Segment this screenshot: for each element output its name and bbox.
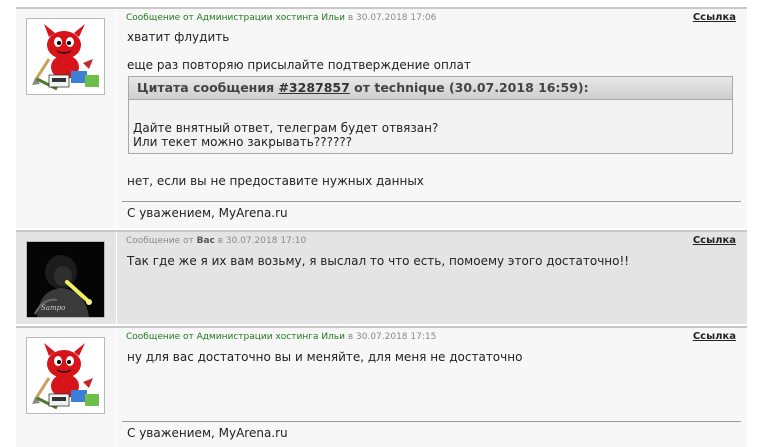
quote-line: Или текет можно закрывать?????? (133, 135, 353, 149)
quote-suffix: от technique (30.07.2018 16:59): (349, 80, 589, 95)
meta-in: в (344, 13, 356, 23)
avatar-cell (16, 328, 117, 447)
meta-datetime: 30.07.2018 17:15 (356, 332, 437, 342)
post-text-line: хватит флудить (127, 30, 230, 44)
meta-author: Вас (196, 236, 215, 246)
post-meta: Сообщение от Администрации хостинга Ильи… (126, 13, 436, 23)
post-body: Сообщение от Администрации хостинга Ильи… (122, 328, 741, 447)
photo-avatar-icon: Sampo (27, 242, 104, 317)
message-post: Сообщение от Администрации хостинга Ильи… (16, 7, 747, 228)
post-meta: Сообщение от Администрации хостинга Ильи… (126, 332, 436, 342)
meta-in: в (344, 332, 356, 342)
meta-prefix: Сообщение от (126, 236, 197, 246)
post-link[interactable]: Ссылка (693, 235, 736, 246)
meta-prefix: Сообщение от (126, 13, 197, 23)
svg-text:Sampo: Sampo (41, 304, 65, 312)
signature-separator (122, 421, 741, 422)
avatar-cell (16, 9, 117, 228)
quote-number-link[interactable]: #3287857 (278, 80, 349, 95)
devil-mascot-icon (27, 19, 104, 94)
meta-datetime: 30.07.2018 17:06 (356, 13, 437, 23)
quote-block: Цитата сообщения #3287857 от technique (… (128, 76, 733, 154)
quote-header: Цитата сообщения #3287857 от technique (… (129, 77, 732, 100)
admin-avatar (26, 337, 105, 414)
meta-datetime: 30.07.2018 17:10 (225, 236, 307, 246)
meta-author[interactable]: Администрации хостинга Ильи (197, 13, 345, 23)
post-text-line: еще раз повторяю присылайте подтверждени… (127, 58, 471, 72)
page-right-margin (750, 0, 768, 447)
post-body: Сообщение от Вас в 30.07.2018 17:10 Ссыл… (126, 232, 741, 324)
user-avatar: Sampo (26, 241, 105, 318)
quote-line: Дайте внятный ответ, телеграм будет отвя… (133, 121, 439, 135)
post-text-line: Так где же я их вам возьму, я выслал то … (127, 254, 630, 268)
post-signature: С уважением, MyArena.ru (127, 426, 288, 440)
page-left-margin (0, 0, 14, 447)
meta-author[interactable]: Администрации хостинга Ильи (197, 332, 345, 342)
post-text-line: нет, если вы не предоставите нужных данн… (127, 174, 424, 188)
message-post: Сообщение от Администрации хостинга Ильи… (16, 326, 747, 447)
avatar-cell: Sampo (16, 232, 117, 324)
post-body: Сообщение от Администрации хостинга Ильи… (122, 9, 741, 228)
quote-prefix: Цитата сообщения (137, 80, 279, 95)
post-text-line: ну для вас достаточно вы и меняйте, для … (127, 350, 523, 364)
message-post: Sampo Сообщение от Вас в 30.07.2018 17:1… (16, 230, 747, 324)
post-link[interactable]: Ссылка (693, 12, 736, 23)
signature-separator (122, 201, 741, 202)
post-meta: Сообщение от Вас в 30.07.2018 17:10 (126, 236, 306, 246)
post-signature: С уважением, MyArena.ru (127, 206, 288, 220)
admin-avatar (26, 18, 105, 95)
meta-prefix: Сообщение от (126, 332, 197, 342)
devil-mascot-icon (27, 338, 104, 413)
meta-in: в (214, 236, 226, 246)
post-link[interactable]: Ссылка (693, 331, 736, 342)
